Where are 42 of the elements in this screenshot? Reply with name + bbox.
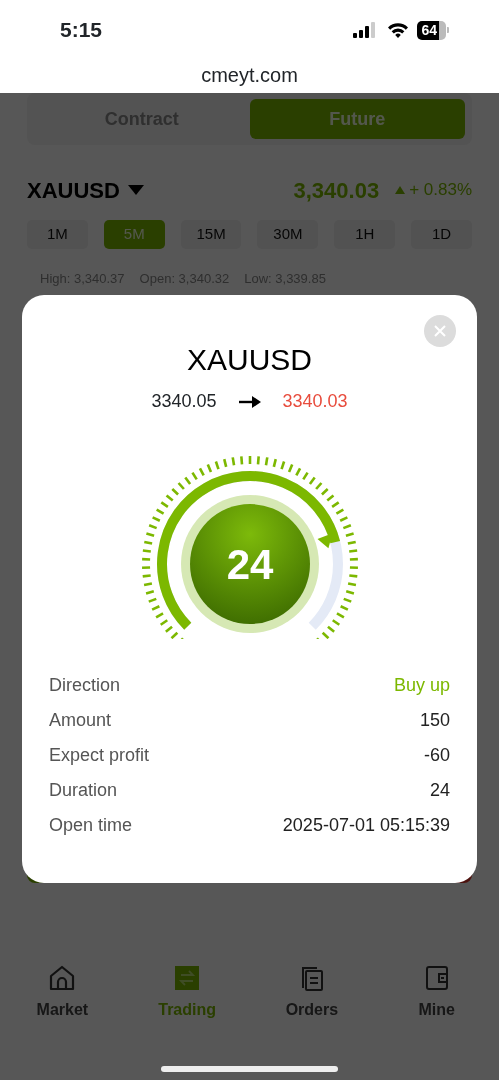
close-icon[interactable] xyxy=(434,325,446,337)
detail-value: 2025-07-01 05:15:39 xyxy=(282,814,450,837)
symbol-name[interactable]: XAUUSD xyxy=(27,173,120,207)
pointer-icon xyxy=(317,533,332,549)
price-text: 3,340.03 xyxy=(293,176,380,205)
wifi-icon xyxy=(387,22,410,38)
nav-tab[interactable]: Orders xyxy=(249,962,375,1023)
current-price: 3340.03 xyxy=(282,390,348,413)
interval-tab[interactable]: 15M xyxy=(180,220,242,249)
arrow-icon xyxy=(238,394,261,409)
detail-label: Open time xyxy=(49,814,133,837)
open-price: 3340.05 xyxy=(151,390,217,413)
detail-label: Amount xyxy=(49,709,112,732)
battery-empty-part xyxy=(439,20,446,40)
countdown-number: 24 xyxy=(226,541,273,588)
detail-value: 150 xyxy=(419,709,450,732)
nav-tab[interactable]: Market xyxy=(0,962,125,1023)
detail-label: Duration xyxy=(49,779,118,802)
interval-tab[interactable]: 1D xyxy=(411,220,472,249)
trend-icon xyxy=(395,186,406,194)
status-time: 5:15 xyxy=(60,17,103,44)
close-button[interactable] xyxy=(424,315,456,347)
interval-tab[interactable]: 1H xyxy=(334,220,396,249)
change-text: + 0.83% xyxy=(409,179,472,202)
swap-icon xyxy=(173,963,202,992)
battery-level: 64 xyxy=(417,20,439,40)
home-indicator[interactable] xyxy=(161,1066,338,1072)
detail-label: Direction xyxy=(49,674,121,697)
detail-value: 24 xyxy=(429,779,450,802)
nav-tab[interactable]: Trading xyxy=(124,962,250,1023)
dialog-title: XAUUSD xyxy=(186,342,313,378)
detail-value: -60 xyxy=(424,744,450,767)
url-text: cmeyt.com xyxy=(201,63,298,88)
interval-tab[interactable]: 5M xyxy=(103,220,165,249)
home-icon xyxy=(48,963,77,992)
detail-value: Buy up xyxy=(393,674,450,697)
interval-tab[interactable]: 1M xyxy=(27,220,88,249)
mode-tab[interactable]: Future xyxy=(249,99,465,139)
caret-icon[interactable] xyxy=(127,185,144,195)
detail-label: Expect profit xyxy=(49,744,150,767)
nav-tab[interactable]: Mine xyxy=(374,962,499,1023)
interval-tab[interactable]: 30M xyxy=(257,220,319,249)
